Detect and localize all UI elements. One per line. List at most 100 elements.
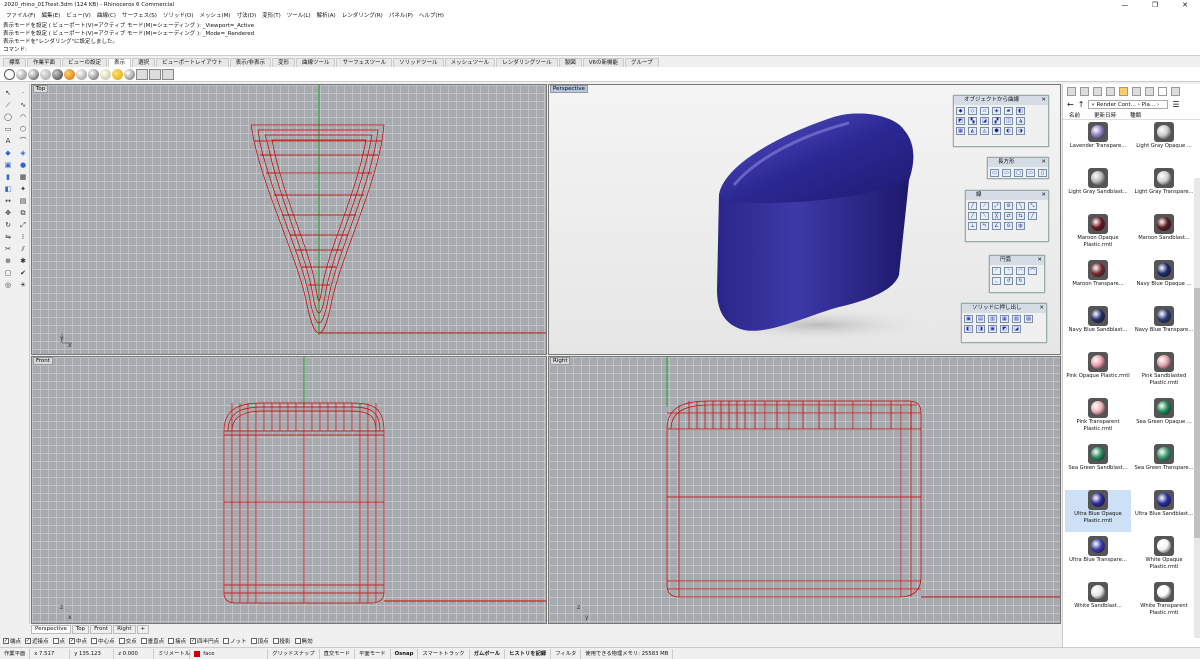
light-icon[interactable]: ✦ [17, 184, 29, 194]
rectangle-icon[interactable]: ▭ [2, 124, 14, 134]
arc-icon[interactable]: ◝ [1004, 267, 1013, 275]
viewport-label-right[interactable]: Right [550, 357, 571, 365]
trim-icon[interactable]: ✂ [2, 244, 14, 254]
smarttrack-toggle[interactable]: スマートトラック [418, 648, 470, 659]
raytraced-icon[interactable] [112, 68, 123, 80]
line-icon[interactable]: ╱ [1028, 212, 1037, 220]
arctic-icon[interactable] [100, 68, 111, 80]
material-item[interactable]: Ultra Blue Sandblast... [1131, 490, 1197, 532]
menu-item[interactable]: 変形(T) [259, 11, 284, 19]
surface-icon[interactable]: ◮ [1016, 117, 1025, 125]
toolbar-tab[interactable]: レンダリングツール [496, 58, 558, 67]
split-icon[interactable]: ⫽ [17, 244, 29, 254]
point-icon[interactable]: · [17, 88, 29, 98]
line-icon[interactable]: ⊘ [1004, 202, 1013, 210]
menu-item[interactable]: ヘルプ(H) [416, 11, 447, 19]
osnap-option[interactable]: 頂点 [250, 637, 269, 645]
osnap-option[interactable]: ✓ 端点 [3, 637, 21, 645]
extrude-icon[interactable]: ◧ [964, 325, 973, 333]
extrude-icon[interactable]: ▣ [988, 325, 997, 333]
toolbar-tab[interactable]: サーフェスツール [336, 58, 393, 67]
text-icon[interactable]: A [2, 136, 14, 146]
surface-icon[interactable]: ◧ [1016, 107, 1025, 115]
scrollbar-thumb[interactable] [1194, 288, 1200, 538]
material-item[interactable]: Pink Opaque Plastic.rmtl [1065, 352, 1131, 394]
toolbar-tab[interactable]: 表示 [108, 58, 132, 67]
material-item[interactable]: Sea Green Sandblast... [1065, 444, 1131, 486]
checkbox[interactable] [294, 638, 301, 644]
menu-item[interactable]: 解析(A) [314, 11, 339, 19]
toolbar-tab[interactable]: 曲線ツール [295, 58, 336, 67]
surface-icon[interactable]: ▚ [968, 117, 977, 125]
viewport-right[interactable]: z y Right [548, 356, 1061, 624]
breadcrumb[interactable]: « Render Cont... › Pla... › [1088, 99, 1169, 109]
menu-item[interactable]: ツール(L) [284, 11, 314, 19]
xray-icon[interactable] [52, 68, 63, 80]
hatch-icon[interactable]: ▤ [17, 196, 29, 206]
material-item[interactable]: Maroon Sandblast... [1131, 214, 1197, 256]
gumball-toggle[interactable]: ガムボール [470, 648, 506, 659]
checkbox[interactable]: ✓ [190, 638, 197, 644]
menu-item[interactable]: ファイル(F) [3, 11, 38, 19]
extrude-icon[interactable]: ▦ [1000, 315, 1009, 323]
capture-viewport-icon[interactable] [136, 68, 148, 80]
viewport-tab-top[interactable]: Top [71, 625, 90, 634]
surface-icon[interactable]: ▦ [956, 127, 965, 135]
surface-icon[interactable]: ◪ [980, 117, 989, 125]
checkbox[interactable] [91, 638, 98, 644]
surface-icon[interactable]: ◬ [980, 127, 989, 135]
line-icon[interactable]: ⊙ [1004, 222, 1013, 230]
osnap-option[interactable]: 点 [52, 637, 65, 645]
panel-scrollbar[interactable] [1194, 178, 1200, 638]
viewport-tab-perspective[interactable]: Perspective [31, 625, 71, 634]
arc-icon[interactable]: ⌒ [1028, 267, 1037, 275]
material-item[interactable]: Sea Green Opaque ... [1131, 398, 1197, 440]
line-icon[interactable]: ⟍ [980, 212, 989, 220]
shaded-alt-icon[interactable] [124, 68, 135, 80]
wireframe-icon[interactable] [4, 68, 15, 80]
viewport-label-front[interactable]: Front [33, 357, 53, 365]
planar-toggle[interactable]: 平面モード [355, 648, 391, 659]
material-item[interactable]: Ultra Blue Opaque Plastic.rmtl [1065, 490, 1131, 532]
rectangle-icon[interactable]: ▭ [1002, 169, 1011, 177]
polyline-icon[interactable]: ⟋ [2, 100, 14, 110]
check-icon[interactable]: ✔ [17, 268, 29, 278]
material-item[interactable]: Navy Blue Sandblast... [1065, 306, 1131, 348]
material-item[interactable]: Ultra Blue Transpare... [1065, 536, 1131, 578]
copy-icon[interactable]: ⧉ [17, 208, 29, 218]
display-options-icon[interactable] [162, 68, 174, 80]
viewport-front[interactable]: z x Front [31, 356, 547, 624]
surface-icon[interactable]: ⬢ [992, 127, 1001, 135]
display-icon[interactable] [1093, 86, 1102, 96]
mesh-icon[interactable]: ▦ [17, 172, 29, 182]
curve-icon[interactable]: ∿ [17, 100, 29, 110]
line-icon[interactable]: ↰ [980, 222, 989, 230]
column-modified[interactable]: 更新日時 [1094, 111, 1116, 119]
minimize-button[interactable]: — [1110, 0, 1140, 10]
osnap-option[interactable]: ✓ 近接点 [25, 637, 49, 645]
viewport-label-perspective[interactable]: Perspective [550, 85, 588, 93]
checkbox[interactable] [272, 638, 279, 644]
osnap-option[interactable]: 無効 [294, 637, 313, 645]
ortho-toggle[interactable]: 直交モード [320, 648, 356, 659]
maximize-button[interactable]: ❐ [1140, 0, 1170, 10]
ghosted-icon[interactable] [40, 68, 51, 80]
join-icon[interactable]: ⊕ [2, 256, 14, 266]
osnap-option[interactable]: ノット [223, 637, 247, 645]
extrude-icon[interactable]: ▥ [988, 315, 997, 323]
scale-icon[interactable]: ⤢ [17, 220, 29, 230]
array-icon[interactable]: ⁞ [17, 232, 29, 242]
menu-item[interactable]: 曲線(C) [94, 11, 119, 19]
cplane-status[interactable]: 作業平面 [0, 648, 31, 659]
rectangle-icon[interactable]: ▢ [1014, 169, 1023, 177]
surface-icon[interactable]: ◭ [968, 127, 977, 135]
checkbox[interactable]: ✓ [25, 638, 32, 644]
menu-item[interactable]: ビュー(V) [63, 11, 94, 19]
surface-icon[interactable]: ◐ [1004, 127, 1013, 135]
toolbar-tab[interactable]: 標準 [3, 58, 27, 67]
material-item[interactable]: Pink Sandblasted Plastic.rmtl [1131, 352, 1197, 394]
surface-icon[interactable]: ◈ [992, 107, 1001, 115]
select-icon[interactable]: ↖ [2, 88, 14, 98]
materials-icon[interactable] [1119, 86, 1128, 96]
close-icon[interactable]: ✕ [1041, 158, 1046, 167]
